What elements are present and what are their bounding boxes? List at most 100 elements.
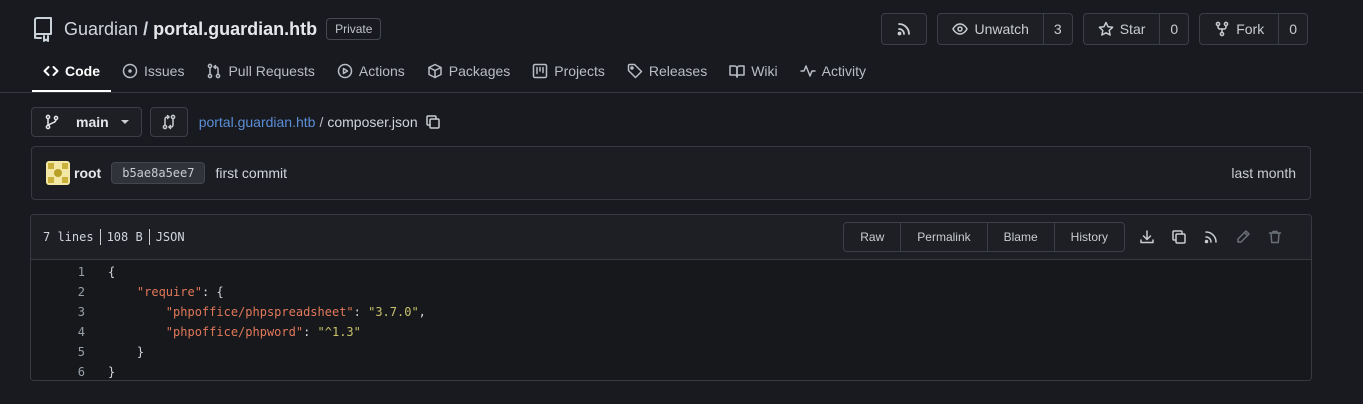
line-number[interactable]: 5	[31, 345, 85, 359]
file-language: JSON	[155, 230, 185, 244]
download-icon[interactable]	[1133, 222, 1161, 252]
fork-button-group: Fork 0	[1199, 13, 1308, 45]
branch-icon	[44, 114, 60, 130]
code-line: 3 "phpoffice/phpspreadsheet": "3.7.0",	[31, 302, 1311, 322]
tab-wiki[interactable]: Wiki	[718, 52, 788, 90]
code-line: 6 }	[31, 362, 1311, 380]
divider	[99, 229, 101, 245]
breadcrumb-file: composer.json	[327, 114, 418, 130]
repo-title: Guardian / portal.guardian.htb Private	[32, 15, 382, 43]
json-key: "require"	[136, 285, 202, 299]
line-number[interactable]: 4	[31, 325, 85, 339]
tab-issues-label: Issues	[144, 63, 185, 79]
file-tools: Raw Permalink Blame History	[843, 222, 1299, 252]
json-key: "phpoffice/phpword"	[165, 325, 304, 339]
visibility-badge: Private	[326, 18, 382, 40]
copy-path-icon[interactable]	[425, 114, 441, 130]
code-line: 5 }	[31, 342, 1311, 362]
code-line: 4 "phpoffice/phpword": "^1.3"	[31, 322, 1311, 342]
breadcrumb-repo-link[interactable]: portal.guardian.htb	[199, 114, 316, 130]
line-number[interactable]: 6	[31, 365, 85, 379]
tab-projects-label: Projects	[554, 63, 605, 79]
compare-button[interactable]	[149, 107, 188, 137]
tab-projects[interactable]: Projects	[521, 52, 616, 90]
eye-icon	[952, 21, 969, 37]
commit-time: last month	[1231, 165, 1296, 181]
json-string: "3.7.0"	[368, 305, 419, 319]
line-content: "phpoffice/phpspreadsheet": "3.7.0",	[85, 305, 426, 319]
tab-pull-requests-label: Pull Requests	[228, 63, 315, 79]
star-label: Star	[1119, 21, 1146, 37]
file-button-group: Raw Permalink Blame History	[843, 222, 1125, 252]
commit-message[interactable]: first commit	[215, 165, 287, 181]
watch-button-group: Unwatch 3	[937, 13, 1073, 45]
rss-icon[interactable]	[1197, 222, 1225, 252]
line-number[interactable]: 2	[31, 285, 85, 299]
json-punctuation: }	[108, 365, 116, 379]
repo-owner-link[interactable]: Guardian	[64, 19, 138, 40]
line-content: {	[85, 265, 115, 279]
package-icon	[427, 63, 443, 79]
star-button[interactable]: Star	[1084, 14, 1160, 44]
line-content: }	[85, 365, 115, 379]
tab-actions-label: Actions	[358, 63, 405, 79]
line-content: "phpoffice/phpword": "^1.3"	[85, 325, 361, 339]
tab-packages-label: Packages	[448, 63, 511, 79]
line-number[interactable]: 1	[31, 265, 85, 279]
fork-count[interactable]: 0	[1278, 14, 1307, 44]
star-count[interactable]: 0	[1159, 14, 1188, 44]
watch-count[interactable]: 3	[1042, 14, 1072, 44]
json-punctuation: :	[353, 305, 369, 319]
fork-icon	[1214, 21, 1230, 37]
commit-author[interactable]: root	[74, 165, 101, 181]
code-line: 1 {	[31, 262, 1311, 282]
tab-releases[interactable]: Releases	[616, 52, 718, 90]
code-view: 1 { 2 "require": { 3 "phpoffice/phpsprea…	[31, 260, 1311, 380]
tab-activity-label: Activity	[821, 63, 866, 79]
fork-label: Fork	[1236, 21, 1265, 37]
history-button[interactable]: History	[1053, 223, 1124, 251]
tab-actions[interactable]: Actions	[326, 52, 416, 90]
unwatch-button[interactable]: Unwatch	[938, 14, 1042, 44]
repo-name-link[interactable]: portal.guardian.htb	[153, 19, 317, 40]
branch-name: main	[76, 114, 109, 130]
copy-content-icon[interactable]	[1165, 222, 1193, 252]
latest-commit: root b5ae8a5ee7 first commit last month	[31, 146, 1311, 200]
code-icon	[43, 63, 59, 79]
repo-title-separator: /	[143, 18, 149, 39]
rss-icon	[882, 14, 926, 44]
file-info: 7 lines 108 B JSON	[43, 229, 185, 245]
blame-button[interactable]: Blame	[986, 223, 1054, 251]
breadcrumb: portal.guardian.htb / composer.json	[199, 114, 441, 130]
line-number[interactable]: 3	[31, 305, 85, 319]
raw-button[interactable]: Raw	[844, 223, 900, 251]
avatar[interactable]	[46, 161, 70, 185]
permalink-button[interactable]: Permalink	[900, 223, 986, 251]
pencil-icon[interactable]	[1229, 222, 1257, 252]
line-content: "require": {	[85, 285, 224, 299]
tab-issues[interactable]: Issues	[111, 52, 195, 90]
branch-row: main portal.guardian.htb / composer.json	[31, 107, 441, 137]
json-key: "phpoffice/phpspreadsheet"	[165, 305, 354, 319]
file-view: 7 lines 108 B JSON Raw Permalink Blame H…	[30, 214, 1312, 381]
file-size: 108 B	[106, 230, 143, 244]
tab-wiki-label: Wiki	[751, 63, 778, 79]
trash-icon[interactable]	[1261, 222, 1289, 252]
tab-code[interactable]: Code	[32, 52, 111, 92]
fork-button[interactable]: Fork	[1200, 14, 1278, 44]
breadcrumb-separator: /	[319, 114, 324, 130]
project-icon	[532, 63, 548, 79]
tab-packages[interactable]: Packages	[416, 52, 521, 90]
branch-selector[interactable]: main	[31, 107, 142, 137]
code-line: 2 "require": {	[31, 282, 1311, 302]
tab-pull-requests[interactable]: Pull Requests	[195, 52, 325, 90]
rss-button[interactable]	[881, 13, 928, 45]
tab-code-label: Code	[65, 63, 100, 79]
divider	[148, 229, 150, 245]
star-icon	[1098, 21, 1114, 37]
commit-sha[interactable]: b5ae8a5ee7	[111, 162, 206, 184]
tab-activity[interactable]: Activity	[789, 52, 877, 90]
